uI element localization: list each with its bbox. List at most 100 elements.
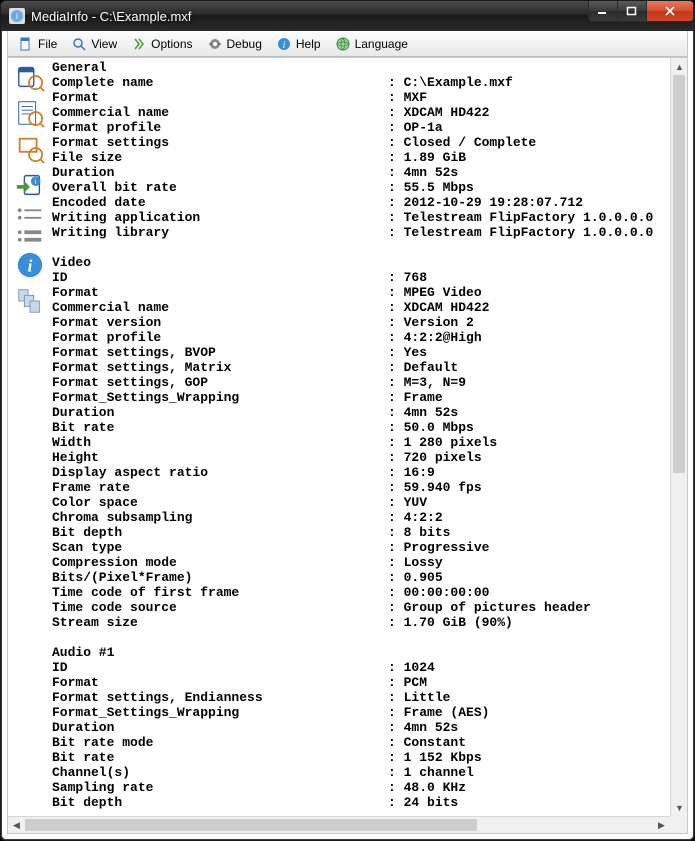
window-controls xyxy=(589,1,694,22)
blank-line xyxy=(52,240,669,255)
app-icon: i xyxy=(9,8,25,24)
info-value: 16:9 xyxy=(388,465,435,480)
info-key: Channel(s) xyxy=(52,765,388,780)
info-row: Overall bit rate55.5 Mbps xyxy=(52,180,669,195)
info-key: Commercial name xyxy=(52,300,388,315)
info-key: Bits/(Pixel*Frame) xyxy=(52,570,388,585)
app-window: i MediaInfo - C:\Example.mxf File xyxy=(0,0,695,841)
vertical-scrollbar[interactable]: ▲ ▼ xyxy=(670,58,687,816)
titlebar[interactable]: i MediaInfo - C:\Example.mxf xyxy=(1,1,694,31)
info-key: Format version xyxy=(52,315,388,330)
info-row: Duration4mn 52s xyxy=(52,165,669,180)
info-value: 50.0 Mbps xyxy=(388,420,474,435)
info-row: Writing applicationTelestream FlipFactor… xyxy=(52,210,669,225)
info-value: C:\Example.mxf xyxy=(388,75,513,90)
info-value: MPEG Video xyxy=(388,285,482,300)
info-value: Telestream FlipFactory 1.0.0.0.0 xyxy=(388,225,653,240)
menu-debug[interactable]: Debug xyxy=(201,34,268,54)
info-value: Yes xyxy=(388,345,427,360)
info-value: 720 pixels xyxy=(388,450,482,465)
menubar: File View Options Debug i Help xyxy=(7,31,688,57)
info-key: Compression mode xyxy=(52,555,388,570)
info-value: 59.940 fps xyxy=(388,480,482,495)
info-key: Format xyxy=(52,285,388,300)
info-row: FormatMXF xyxy=(52,90,669,105)
info-key: Sampling rate xyxy=(52,780,388,795)
info-key: Encoded date xyxy=(52,195,388,210)
info-value: XDCAM HD422 xyxy=(388,300,489,315)
info-value: Group of pictures header xyxy=(388,600,591,615)
scroll-right-button[interactable]: ▶ xyxy=(653,817,670,834)
svg-text:i: i xyxy=(282,40,285,51)
sidebar-sheet-icon[interactable] xyxy=(13,96,47,130)
info-key: ID xyxy=(52,270,388,285)
horizontal-scrollbar[interactable]: ◀ ▶ xyxy=(8,816,670,833)
menu-help[interactable]: i Help xyxy=(270,34,327,54)
info-row: Chroma subsampling4:2:2 xyxy=(52,510,669,525)
info-value: 1 280 pixels xyxy=(388,435,497,450)
info-key: Bit rate mode xyxy=(52,735,388,750)
info-row: Bit rate1 152 Kbps xyxy=(52,750,669,765)
info-value: 4:2:2 xyxy=(388,510,443,525)
info-value: Closed / Complete xyxy=(388,135,536,150)
info-row: Scan typeProgressive xyxy=(52,540,669,555)
maximize-button[interactable] xyxy=(617,1,647,22)
info-key: Commercial name xyxy=(52,105,388,120)
info-key: Height xyxy=(52,450,388,465)
sidebar-tree-icon[interactable] xyxy=(13,132,47,166)
info-value: Frame (AES) xyxy=(388,705,489,720)
info-row: Writing libraryTelestream FlipFactory 1.… xyxy=(52,225,669,240)
svg-text:i: i xyxy=(28,257,33,276)
sidebar-html-icon[interactable] xyxy=(13,226,47,246)
info-value: 1.89 GiB xyxy=(388,150,466,165)
svg-text:i: i xyxy=(16,11,18,21)
scroll-h-thumb[interactable] xyxy=(25,819,477,831)
menu-options[interactable]: Options xyxy=(125,34,198,54)
info-value: Little xyxy=(388,690,450,705)
info-row: Bit rate50.0 Mbps xyxy=(52,420,669,435)
minimize-button[interactable] xyxy=(588,1,618,22)
info-value: 768 xyxy=(388,270,427,285)
info-key: Frame rate xyxy=(52,480,388,495)
scroll-left-button[interactable]: ◀ xyxy=(8,817,25,834)
info-row: ID1024 xyxy=(52,660,669,675)
info-value: 0.905 xyxy=(388,570,443,585)
sidebar-basic-icon[interactable] xyxy=(13,60,47,94)
close-button[interactable] xyxy=(646,1,694,22)
scroll-down-button[interactable]: ▼ xyxy=(671,799,688,816)
info-value: YUV xyxy=(388,495,427,510)
scroll-h-track[interactable] xyxy=(25,817,653,833)
scroll-up-button[interactable]: ▲ xyxy=(671,58,688,75)
info-value: 00:00:00:00 xyxy=(388,585,489,600)
info-row: Display aspect ratio16:9 xyxy=(52,465,669,480)
menu-language[interactable]: Language xyxy=(329,34,414,54)
info-row: FormatMPEG Video xyxy=(52,285,669,300)
info-row: Sampling rate48.0 KHz xyxy=(52,780,669,795)
section-title: General xyxy=(52,60,669,75)
content-area: i i GeneralComplete nameC:\Example.mxfFo… xyxy=(7,57,688,834)
scroll-v-thumb[interactable] xyxy=(673,75,685,473)
sidebar-about-icon[interactable]: i xyxy=(13,248,47,282)
info-key: Format xyxy=(52,90,388,105)
sidebar-multi-icon[interactable] xyxy=(13,284,47,318)
info-key: Stream size xyxy=(52,615,388,630)
menu-view[interactable]: View xyxy=(65,34,123,54)
info-key: Format profile xyxy=(52,120,388,135)
info-row: Format profile4:2:2@High xyxy=(52,330,669,345)
blank-line xyxy=(52,630,669,645)
info-row: Format settings, EndiannessLittle xyxy=(52,690,669,705)
menu-file[interactable]: File xyxy=(12,34,63,54)
info-key: Format settings xyxy=(52,135,388,150)
info-row: Format profileOP-1a xyxy=(52,120,669,135)
info-value: Telestream FlipFactory 1.0.0.0.0 xyxy=(388,210,653,225)
info-value: Lossy xyxy=(388,555,443,570)
sidebar-export-icon[interactable]: i xyxy=(13,168,47,202)
info-key: Color space xyxy=(52,495,388,510)
scroll-v-track[interactable] xyxy=(671,75,687,799)
info-text-pane[interactable]: GeneralComplete nameC:\Example.mxfFormat… xyxy=(52,58,687,833)
info-key: Time code of first frame xyxy=(52,585,388,600)
info-row: Width1 280 pixels xyxy=(52,435,669,450)
debug-icon xyxy=(207,36,223,52)
info-value: Progressive xyxy=(388,540,489,555)
view-icon xyxy=(71,36,87,52)
